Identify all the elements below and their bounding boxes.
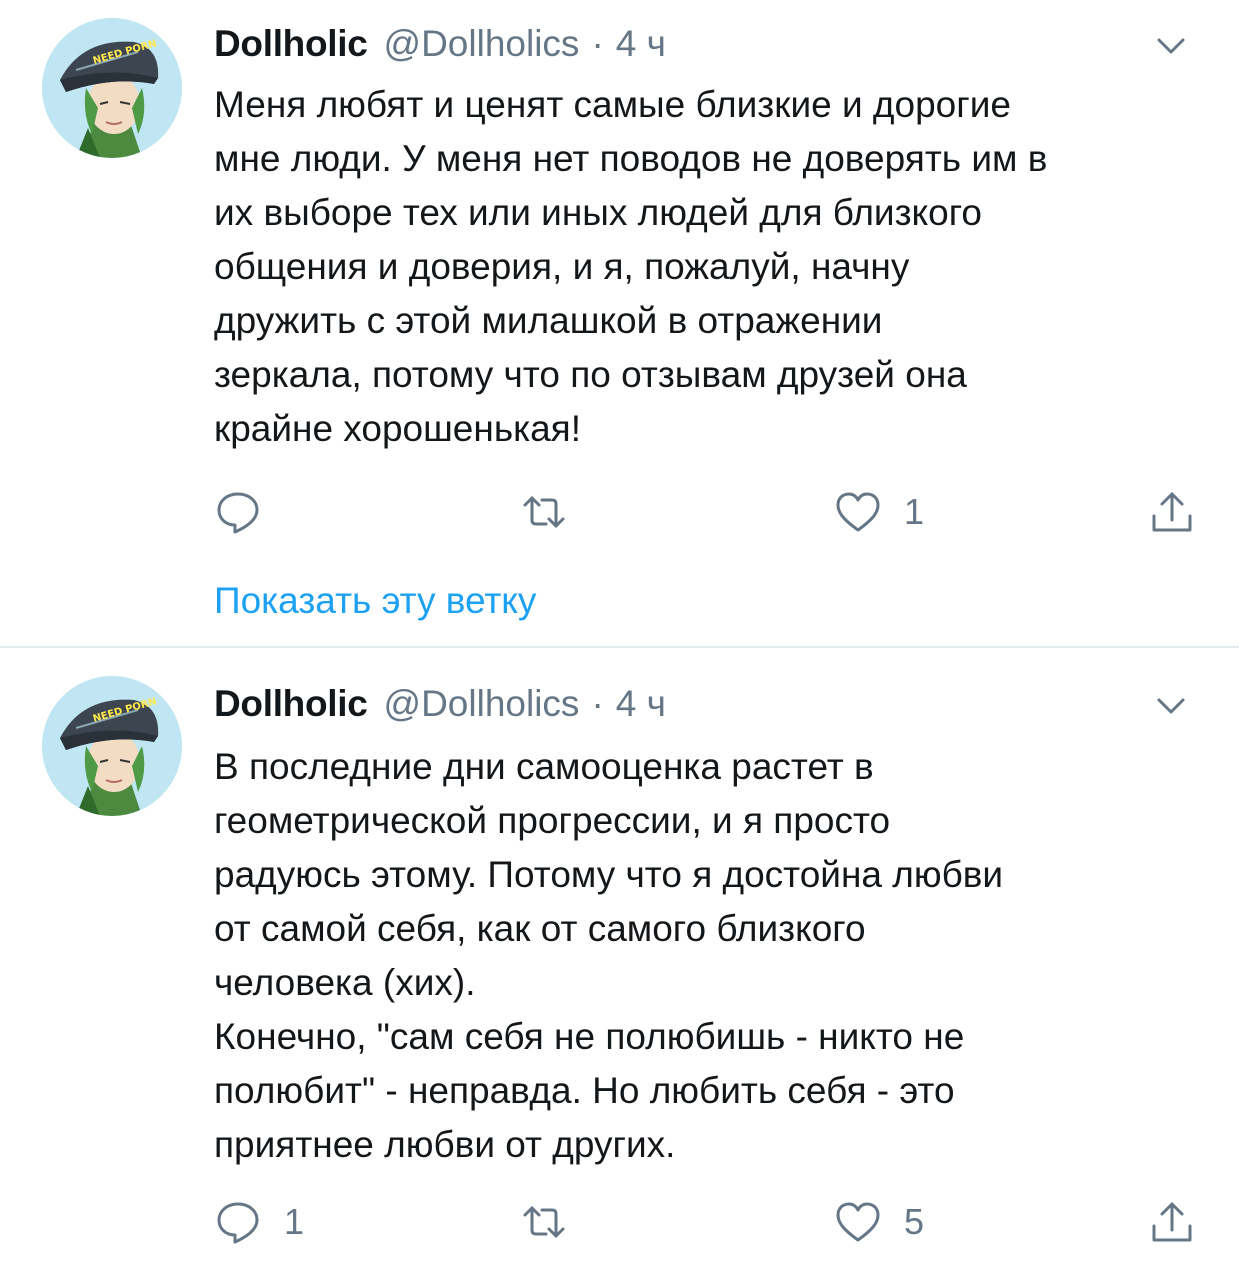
reply-button[interactable] (214, 484, 284, 540)
timestamp[interactable]: 4 ч (616, 683, 666, 725)
reply-icon (217, 492, 259, 534)
tweet-text: Меня любят и ценят самые близкие и дорог… (214, 78, 1204, 456)
tweet-text-line: геометрической прогрессии, и я просто (214, 800, 891, 841)
tweet-actions: 1 5 (214, 1194, 1204, 1250)
user-handle[interactable]: @Dollholics (384, 683, 580, 725)
share-button[interactable] (1148, 484, 1196, 540)
tweet-text-line: Меня любят и ценят самые близкие и дорог… (214, 84, 1011, 125)
tweet-text-line: человека (хих). (214, 962, 476, 1003)
chevron-down-icon[interactable] (1151, 26, 1191, 66)
tweet-actions: 1 (214, 484, 1204, 540)
timestamp[interactable]: 4 ч (616, 23, 666, 65)
chevron-down-icon[interactable] (1151, 686, 1191, 726)
share-icon (1152, 1202, 1192, 1242)
share-icon (1152, 492, 1192, 532)
tweet-text-line: Конечно, "сам себя не полюбишь - никто н… (214, 1016, 965, 1057)
retweet-icon (523, 1206, 565, 1238)
separator-dot: · (591, 23, 604, 64)
reply-icon (217, 1202, 259, 1244)
reply-count: 1 (284, 1201, 305, 1242)
heart-icon (836, 1202, 880, 1242)
tweet-text-line: приятнее любви от других. (214, 1124, 676, 1165)
avatar-image: NEED PORN (42, 18, 182, 158)
tweet[interactable]: NEED PORN Dollholic @Dollholics · 4 ч Ме… (0, 0, 1239, 646)
like-count: 5 (904, 1201, 925, 1242)
share-button[interactable] (1148, 1194, 1196, 1250)
like-button[interactable]: 1 (834, 484, 924, 540)
tweet-text-line: от самой себя, как от самого близкого (214, 908, 866, 949)
like-button[interactable]: 5 (834, 1194, 924, 1250)
show-thread-link[interactable]: Показать эту ветку (214, 580, 536, 622)
reply-button[interactable]: 1 (214, 1194, 304, 1250)
avatar[interactable]: NEED PORN (42, 18, 182, 158)
tweet-text-line: общения и доверия, и я, пожалуй, начну (214, 246, 910, 287)
retweet-button[interactable] (520, 1194, 590, 1250)
like-count: 1 (904, 491, 925, 532)
avatar-image: NEED PORN (42, 676, 182, 816)
tweet-text-line: В последние дни самооценка растет в (214, 746, 874, 787)
tweet-text-line: мне люди. У меня нет поводов не доверять… (214, 138, 1048, 179)
display-name[interactable]: Dollholic (214, 683, 368, 725)
separator-dot: · (591, 683, 604, 724)
retweet-button[interactable] (520, 484, 590, 540)
tweet-text-line: их выборе тех или иных людей для близког… (214, 192, 982, 233)
heart-icon (836, 492, 880, 532)
retweet-icon (523, 496, 565, 528)
tweet-text-line: радуюсь этому. Потому что я достойна люб… (214, 854, 1004, 895)
tweet-text: В последние дни самооценка растет в геом… (214, 740, 1204, 1172)
tweet-text-line: зеркала, потому что по отзывам друзей он… (214, 354, 967, 395)
tweet-header: Dollholic @Dollholics · 4 ч (214, 680, 666, 728)
tweet-feed: NEED PORN Dollholic @Dollholics · 4 ч Ме… (0, 0, 1239, 1276)
tweet[interactable]: NEED PORN Dollholic @Dollholics · 4 ч В … (0, 648, 1239, 1276)
tweet-text-line: дружить с этой милашкой в отражении (214, 300, 883, 341)
display-name[interactable]: Dollholic (214, 23, 368, 65)
tweet-text-line: крайне хорошенькая! (214, 408, 581, 449)
user-handle[interactable]: @Dollholics (384, 23, 580, 65)
avatar[interactable]: NEED PORN (42, 676, 182, 816)
tweet-header: Dollholic @Dollholics · 4 ч (214, 20, 666, 68)
tweet-text-line: полюбит" - неправда. Но любить себя - эт… (214, 1070, 955, 1111)
